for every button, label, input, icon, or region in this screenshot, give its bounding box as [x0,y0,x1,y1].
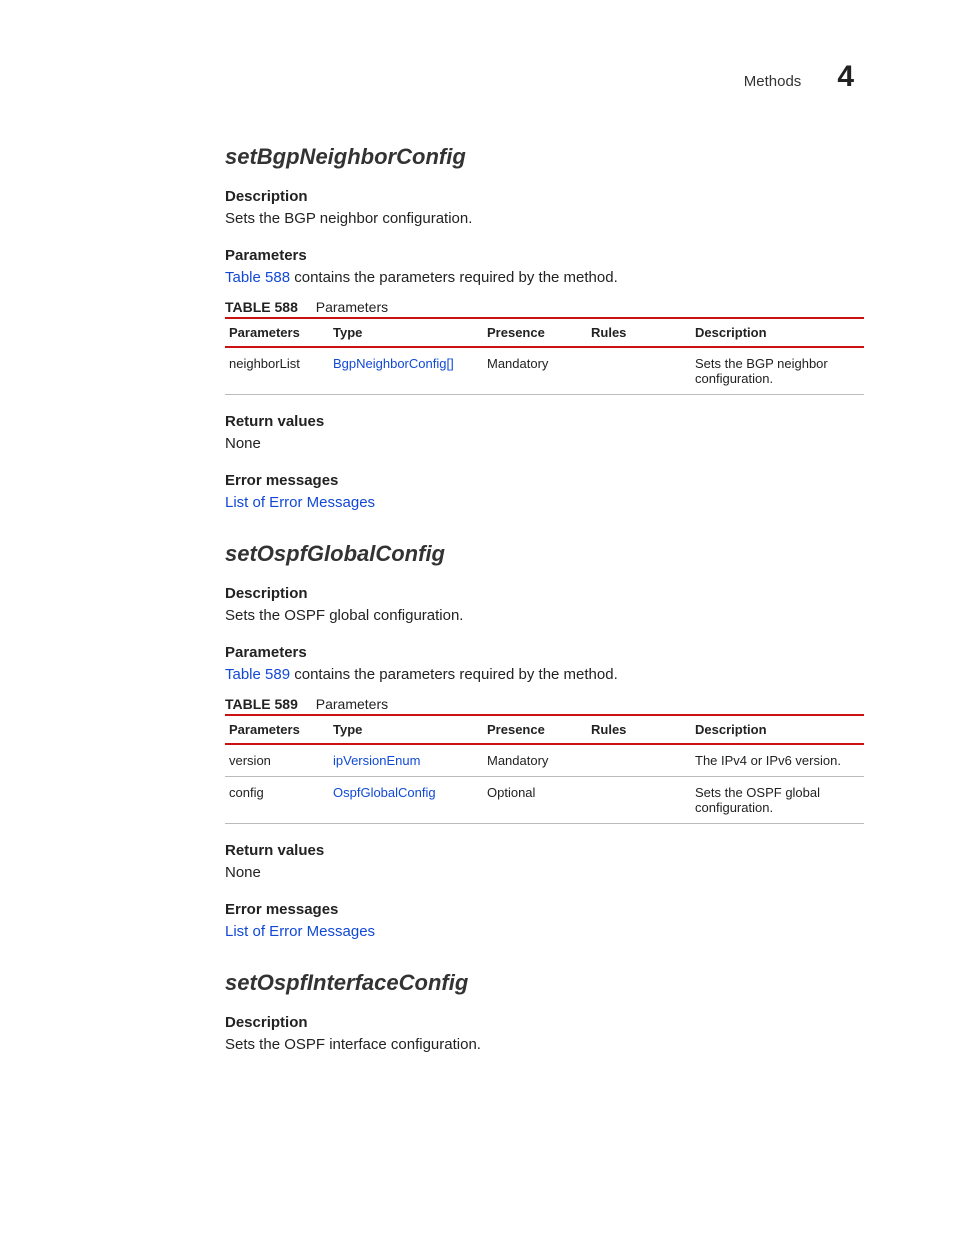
description-heading: Description [225,1014,864,1031]
method-title: setOspfGlobalConfig [225,541,864,567]
return-values-text: None [225,434,864,454]
table-caption-text: Parameters [316,299,388,315]
return-values-heading: Return values [225,413,864,430]
col-description: Description [691,715,864,744]
col-parameters: Parameters [225,318,329,347]
description-text: Sets the BGP neighbor configuration. [225,209,864,229]
table-row: config OspfGlobalConfig Optional Sets th… [225,776,864,823]
col-rules: Rules [587,715,691,744]
cell-type-link[interactable]: ipVersionEnum [329,744,483,777]
cell-param: version [225,744,329,777]
description-text: Sets the OSPF interface configuration. [225,1035,864,1055]
cell-rules [587,347,691,395]
parameters-heading: Parameters [225,644,864,661]
cell-desc: Sets the OSPF global configuration. [691,776,864,823]
running-header: Methods 4 [90,60,864,94]
return-values-text: None [225,863,864,883]
method-title: setOspfInterfaceConfig [225,970,864,996]
table-number: 589 [275,696,298,712]
table-caption: TABLE 589 Parameters [225,696,864,712]
table-caption: TABLE 588 Parameters [225,299,864,315]
description-heading: Description [225,585,864,602]
table-number: 588 [275,299,298,315]
table-row: version ipVersionEnum Mandatory The IPv4… [225,744,864,777]
cell-presence: Mandatory [483,347,587,395]
parameters-table: Parameters Type Presence Rules Descripti… [225,714,864,824]
error-messages-heading: Error messages [225,472,864,489]
error-messages-link[interactable]: List of Error Messages [225,494,375,511]
col-parameters: Parameters [225,715,329,744]
table-row: neighborList BgpNeighborConfig[] Mandato… [225,347,864,395]
table-label-word: TABLE [225,299,271,315]
parameters-table: Parameters Type Presence Rules Descripti… [225,317,864,395]
running-header-chapter: 4 [837,60,854,94]
table-ref-link[interactable]: Table 589 [225,666,290,683]
cell-rules [587,776,691,823]
cell-type-link[interactable]: OspfGlobalConfig [329,776,483,823]
cell-presence: Optional [483,776,587,823]
cell-type-link[interactable]: BgpNeighborConfig[] [329,347,483,395]
table-label-word: TABLE [225,696,271,712]
table-caption-text: Parameters [316,696,388,712]
col-presence: Presence [483,715,587,744]
parameters-intro: Table 589 contains the parameters requir… [225,665,864,685]
content: setBgpNeighborConfig Description Sets th… [90,144,864,1055]
return-values-heading: Return values [225,842,864,859]
cell-rules [587,744,691,777]
method-title: setBgpNeighborConfig [225,144,864,170]
description-heading: Description [225,188,864,205]
page: Methods 4 setBgpNeighborConfig Descripti… [0,0,954,1123]
parameters-heading: Parameters [225,247,864,264]
parameters-intro: Table 588 contains the parameters requir… [225,268,864,288]
col-presence: Presence [483,318,587,347]
description-text: Sets the OSPF global configuration. [225,606,864,626]
col-type: Type [329,318,483,347]
running-header-section: Methods [744,73,802,90]
parameters-intro-suffix: contains the parameters required by the … [290,269,618,286]
cell-desc: The IPv4 or IPv6 version. [691,744,864,777]
error-messages-link[interactable]: List of Error Messages [225,923,375,940]
parameters-intro-suffix: contains the parameters required by the … [290,666,618,683]
cell-param: config [225,776,329,823]
col-rules: Rules [587,318,691,347]
table-ref-link[interactable]: Table 588 [225,269,290,286]
cell-param: neighborList [225,347,329,395]
cell-desc: Sets the BGP neighbor configuration. [691,347,864,395]
col-type: Type [329,715,483,744]
col-description: Description [691,318,864,347]
cell-presence: Mandatory [483,744,587,777]
error-messages-heading: Error messages [225,901,864,918]
